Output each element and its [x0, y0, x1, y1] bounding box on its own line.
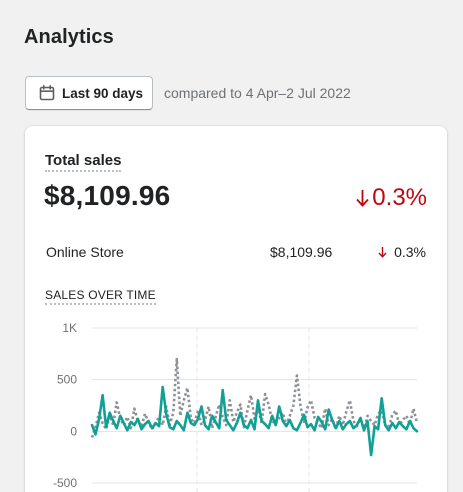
y-tick-label: -500: [53, 476, 77, 490]
card-title[interactable]: Total sales: [45, 152, 122, 172]
arrow-down-icon: [378, 247, 387, 258]
breakdown-row-online-store: Online Store $8,109.96 0.3%: [46, 244, 426, 264]
y-tick-label: 500: [57, 373, 77, 387]
calendar-icon: [39, 85, 55, 101]
arrow-down-icon: [356, 190, 369, 207]
channel-change-value: 0.3%: [394, 244, 426, 260]
total-sales-value: $8,109.96: [44, 180, 171, 211]
channel-name: Online Store: [46, 244, 124, 260]
current-period-series-line: [90, 385, 419, 457]
date-range-button[interactable]: Last 90 days: [25, 76, 153, 110]
total-change-value: 0.3%: [372, 184, 427, 211]
date-range-label: Last 90 days: [62, 85, 144, 101]
y-tick-label: 1K: [62, 321, 77, 335]
channel-change: 0.3%: [378, 244, 426, 260]
sales-over-time-chart: 1K 500 0 -500: [53, 321, 419, 492]
analytics-page: Analytics Last 90 days compared to 4 Apr…: [0, 0, 463, 492]
comparison-period-text: compared to 4 Apr–2 Jul 2022: [164, 85, 351, 101]
y-tick-label: 0: [70, 424, 77, 438]
sales-over-time-label[interactable]: SALES OVER TIME: [45, 288, 156, 305]
total-sales-card: Total sales $8,109.96 0.3% Online Store …: [25, 126, 447, 492]
page-title: Analytics: [24, 26, 114, 48]
channel-amount: $8,109.96: [270, 244, 333, 260]
total-sales-change: 0.3%: [355, 184, 427, 212]
